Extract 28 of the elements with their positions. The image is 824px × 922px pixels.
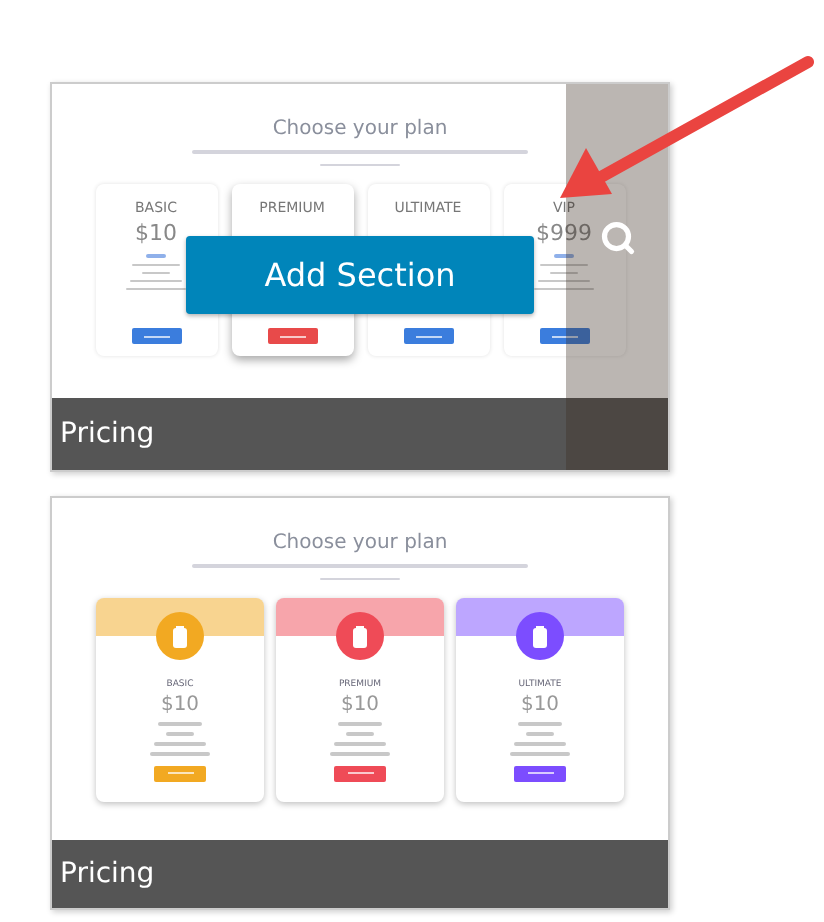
plan-price: $999 xyxy=(536,222,592,246)
get-started-button[interactable] xyxy=(267,328,317,344)
plan-icon xyxy=(516,612,564,660)
plan-icon xyxy=(156,612,204,660)
template-caption: Pricing xyxy=(60,416,155,452)
plan-icon xyxy=(336,612,384,660)
period-line xyxy=(554,254,574,257)
plan-price: $10 xyxy=(135,222,177,246)
template-caption: Pricing xyxy=(60,856,155,892)
preview-title: Choose your plan xyxy=(272,530,448,558)
add-section-button[interactable]: Add Section xyxy=(186,236,534,314)
fine-print-drawing xyxy=(510,722,570,755)
get-started-button[interactable] xyxy=(514,765,566,781)
fine-print-drawing xyxy=(534,263,594,290)
get-started-button[interactable] xyxy=(539,328,589,344)
get-started-button[interactable] xyxy=(334,765,386,781)
get-started-button[interactable] xyxy=(403,328,453,344)
fine-print-drawing xyxy=(126,263,186,290)
fine-print-drawing xyxy=(330,722,390,755)
search-icon[interactable] xyxy=(599,219,635,255)
get-started-button[interactable] xyxy=(131,328,181,344)
plan-price: $10 xyxy=(160,694,200,716)
plan-price: $10 xyxy=(340,694,380,716)
get-started-button[interactable] xyxy=(154,765,206,781)
period-line xyxy=(146,254,166,257)
preview-title: Choose your plan xyxy=(272,116,448,144)
fine-print-drawing xyxy=(150,722,210,755)
plan-price: $10 xyxy=(520,694,560,716)
